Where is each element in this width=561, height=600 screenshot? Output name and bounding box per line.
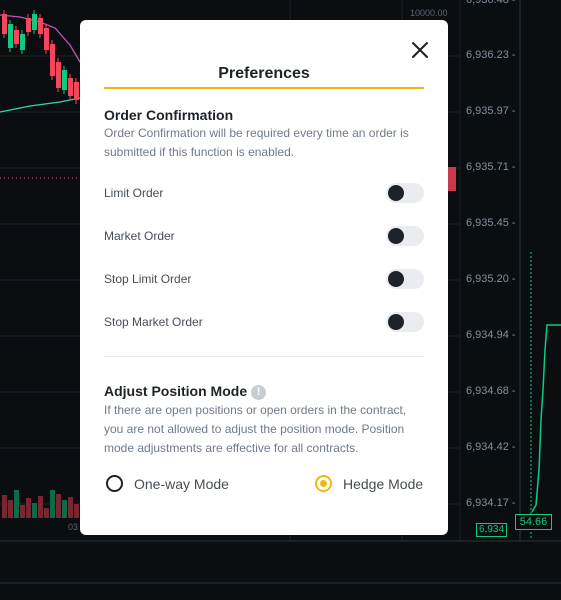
candle-body bbox=[62, 70, 67, 90]
price-axis-label: 6,934.42 - bbox=[466, 441, 516, 453]
depth-line bbox=[531, 324, 561, 513]
volume-bar bbox=[32, 503, 37, 518]
title-underline bbox=[104, 87, 424, 89]
order-confirmation-title: Order Confirmation bbox=[104, 107, 234, 123]
volume-bar bbox=[14, 490, 19, 518]
volume-bar bbox=[50, 490, 55, 518]
position-mode-title-text: Adjust Position Mode bbox=[104, 383, 248, 399]
radio-label: Hedge Mode bbox=[343, 475, 424, 492]
price-axis-label: 6,935.20 - bbox=[466, 273, 516, 285]
close-button[interactable] bbox=[408, 38, 432, 62]
candle-body bbox=[38, 18, 43, 34]
candlesticks bbox=[2, 10, 79, 104]
radio-circle bbox=[106, 475, 123, 492]
setting-label: Stop Limit Order bbox=[104, 272, 192, 286]
position-mode-title: Adjust Position Mode! bbox=[104, 383, 267, 400]
volume-bar bbox=[8, 500, 13, 518]
volume-bar bbox=[44, 508, 49, 518]
order-confirmation-description: Order Confirmation will be required ever… bbox=[104, 126, 409, 159]
close-icon bbox=[412, 42, 428, 58]
toggle-knob bbox=[388, 228, 404, 244]
setting-label: Limit Order bbox=[104, 186, 164, 200]
section-divider bbox=[104, 356, 424, 357]
candle-body bbox=[8, 24, 13, 48]
price-axis-top-label: 10000.00 bbox=[410, 8, 448, 18]
time-axis-label: 03 bbox=[68, 522, 79, 532]
setting-row-stop-limit-order: Stop Limit Order bbox=[104, 269, 424, 289]
price-axis-label: 6,935.71 - bbox=[466, 161, 516, 173]
price-axis-label: 6,936.48 - bbox=[466, 0, 516, 6]
price-axis-label: 6,935.97 - bbox=[466, 105, 516, 117]
hedge-mode-radio[interactable]: Hedge Mode bbox=[315, 475, 423, 492]
candle-body bbox=[32, 14, 37, 30]
candle-body bbox=[2, 14, 7, 34]
setting-label: Market Order bbox=[104, 229, 175, 243]
volume-bar bbox=[68, 497, 73, 518]
position-mode-description: If there are open positions or open orde… bbox=[104, 403, 407, 455]
crosshair-price-tag: 6,934 bbox=[476, 523, 508, 537]
toggle-knob bbox=[388, 271, 404, 287]
candle-body bbox=[20, 34, 25, 50]
moving-average-teal bbox=[0, 97, 81, 113]
volume-bar bbox=[26, 498, 31, 518]
stop-market-order-toggle[interactable] bbox=[386, 312, 424, 332]
info-icon[interactable]: ! bbox=[251, 385, 267, 400]
one-way-mode-radio[interactable]: One-way Mode bbox=[106, 475, 229, 492]
setting-row-market-order: Market Order bbox=[104, 226, 424, 246]
price-axis-label: 6,936.23 - bbox=[466, 49, 516, 61]
candle-body bbox=[56, 62, 61, 88]
setting-row-limit-order: Limit Order bbox=[104, 183, 424, 203]
price-axis-label: 6,935.45 - bbox=[466, 217, 516, 229]
volume-bar bbox=[2, 495, 7, 518]
candle-body bbox=[50, 44, 55, 76]
preferences-modal: Preferences Order Confirmation Order Con… bbox=[80, 20, 448, 535]
candle-body bbox=[44, 28, 49, 50]
toggle-knob bbox=[388, 314, 404, 330]
last-price-tag: 54.66 bbox=[515, 514, 552, 530]
volume-bar bbox=[74, 504, 79, 518]
price-axis-label: 6,934.94 - bbox=[466, 329, 516, 341]
price-axis-label: 6,934.68 - bbox=[466, 385, 516, 397]
limit-order-toggle[interactable] bbox=[386, 183, 424, 203]
radio-circle-selected bbox=[315, 475, 332, 492]
candle-body bbox=[74, 82, 79, 100]
candle-body bbox=[26, 18, 31, 32]
volume-bar bbox=[20, 505, 25, 518]
stop-limit-order-toggle[interactable] bbox=[386, 269, 424, 289]
volume-bar bbox=[56, 494, 61, 518]
market-order-toggle[interactable] bbox=[386, 226, 424, 246]
setting-row-stop-market-order: Stop Market Order bbox=[104, 312, 424, 332]
radio-label: One-way Mode bbox=[134, 475, 229, 492]
setting-label: Stop Market Order bbox=[104, 315, 203, 329]
candle-body bbox=[14, 30, 19, 44]
price-marker-red bbox=[448, 167, 456, 191]
volume-bar bbox=[38, 496, 43, 518]
price-axis-label: 6,934.17 - bbox=[466, 497, 516, 509]
modal-title: Preferences bbox=[218, 65, 310, 82]
candle-body bbox=[68, 78, 73, 96]
volume-bar bbox=[62, 500, 67, 518]
toggle-knob bbox=[388, 185, 404, 201]
